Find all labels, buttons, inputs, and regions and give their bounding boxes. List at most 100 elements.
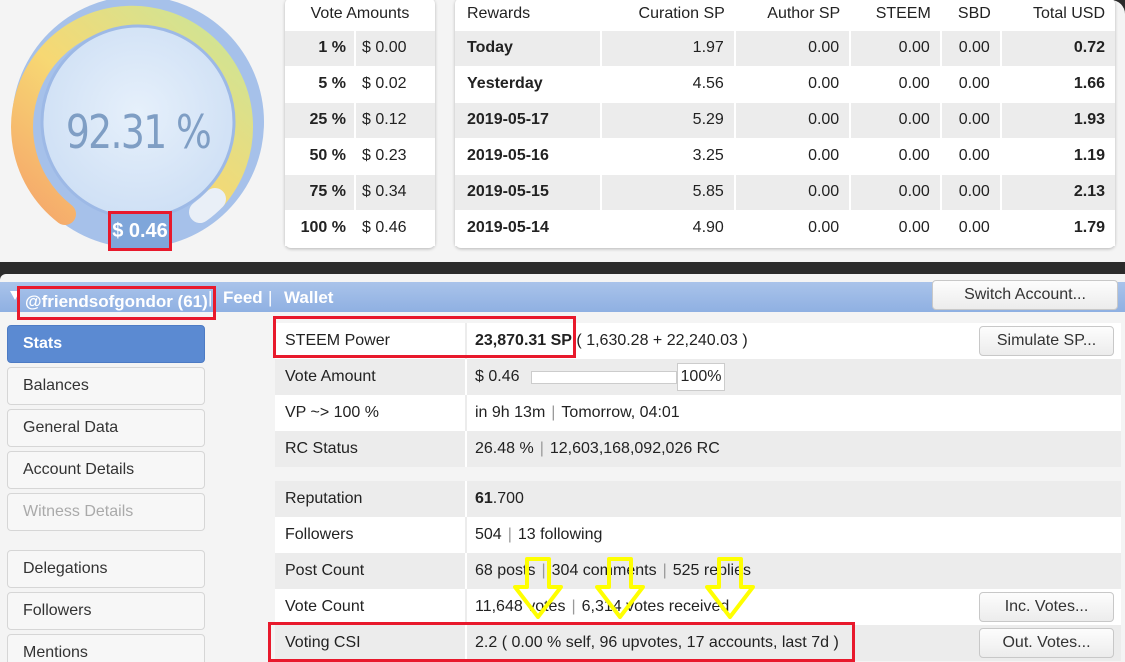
rewards-cell: 2019-05-15	[455, 173, 601, 210]
rewards-row: 2019-05-15 5.85 0.00 0.00 0.00 2.13	[455, 173, 1115, 210]
rewards-row: Today 1.97 0.00 0.00 0.00 0.72	[455, 29, 1115, 66]
rewards-cell: 1.93	[999, 101, 1115, 138]
rewards-column-header: Rewards	[467, 4, 531, 22]
steem-power-highlight	[273, 316, 576, 358]
rewards-cell: 0.00	[849, 65, 941, 102]
vote-amounts-panel: Vote Amounts 1 % $ 0.00 5 % $ 0.02 25 % $ 0.1…	[285, 0, 435, 248]
rewards-cell: 0.00	[849, 29, 941, 66]
vote-weight-slider[interactable]	[531, 371, 677, 384]
vote-amount-usd: $ 0.34	[355, 173, 435, 210]
sidebar-item-delegations[interactable]: Delegations	[7, 550, 205, 588]
vote-amount-value: $ 0.46	[475, 368, 520, 385]
rewards-cell: 0.00	[939, 65, 1001, 102]
stats-row-reputation: Reputation 61.700	[275, 481, 1121, 517]
vote-amount-usd: $ 0.46	[355, 209, 435, 246]
rewards-column-header: STEEM	[875, 4, 931, 22]
simulate-sp-button[interactable]: Simulate SP...	[979, 326, 1114, 356]
gauge-remaining-arc	[189, 188, 226, 223]
rewards-cell: 0.72	[999, 29, 1115, 66]
sidebar-item-mentions[interactable]: Mentions	[7, 634, 205, 662]
rewards-cell: Today	[455, 29, 601, 66]
inc-votes-button[interactable]: Inc. Votes...	[979, 592, 1114, 622]
rewards-cell: 4.56	[599, 65, 735, 102]
followers-label: Followers	[285, 526, 354, 543]
stats-row-post-count: Post Count 68 posts | 304 comments | 525 rep…	[275, 553, 1121, 589]
rewards-cell: 0.00	[939, 137, 1001, 174]
vote-amount-usd: $ 0.12	[355, 101, 435, 138]
reputation-label: Reputation	[285, 490, 363, 507]
rewards-panel: Rewards Curation SP Author SP STEEM SBD Total…	[455, 0, 1115, 248]
rewards-cell: 2019-05-14	[455, 209, 601, 246]
vote-amount-percent: 25 %	[285, 101, 356, 138]
vote-amount-usd: $ 0.02	[355, 65, 435, 102]
rewards-cell: 1.79	[999, 209, 1115, 246]
rewards-cell: 0.00	[939, 101, 1001, 138]
rewards-cell: 0.00	[733, 29, 851, 66]
rewards-cell: 1.97	[599, 29, 735, 66]
rewards-row: 2019-05-14 4.90 0.00 0.00 0.00 1.79	[455, 209, 1115, 246]
vote-amount-percent: 75 %	[285, 173, 356, 210]
stats-row-vote-amount: Vote Amount $ 0.46 100%	[275, 359, 1121, 395]
rewards-cell: 0.00	[849, 137, 941, 174]
vote-amount-row: 1 % $ 0.00	[285, 29, 435, 66]
vote-amount-percent: 50 %	[285, 137, 356, 174]
reputation-value: 61.700	[475, 490, 524, 507]
stats-row-followers: Followers 504 | 13 following	[275, 517, 1121, 553]
vote-value-badge: $ 0.46	[108, 211, 172, 251]
rewards-cell: 4.90	[599, 209, 735, 246]
voting-power-value: 92.31 %	[65, 105, 212, 159]
followers-value: 504 | 13 following	[475, 526, 603, 543]
voting-csi-highlight	[268, 622, 855, 662]
out-votes-button[interactable]: Out. Votes...	[979, 628, 1114, 658]
vote-amount-row: 5 % $ 0.02	[285, 65, 435, 102]
vote-amount-usd: $ 0.00	[355, 29, 435, 66]
vote-amount-percent: 100 %	[285, 209, 356, 246]
vote-amount-row: 25 % $ 0.12	[285, 101, 435, 138]
separator: |	[268, 288, 273, 307]
vote-amounts-header: Vote Amounts	[310, 4, 410, 22]
wallet-link[interactable]: Wallet	[284, 288, 333, 308]
post-count-label: Post Count	[285, 562, 365, 579]
rewards-cell: 0.00	[939, 209, 1001, 246]
down-arrow-icon	[513, 557, 563, 619]
sidebar-item-general-data[interactable]: General Data	[7, 409, 205, 447]
vote-weight-input[interactable]: 100%	[677, 363, 725, 391]
down-arrow-icon	[595, 557, 645, 619]
rewards-row: 2019-05-16 3.25 0.00 0.00 0.00 1.19	[455, 137, 1115, 174]
vote-amount-row: 100 % $ 0.46	[285, 209, 435, 246]
rewards-cell: 0.00	[939, 29, 1001, 66]
vp-value: in 9h 13m | Tomorrow, 04:01	[475, 404, 680, 421]
rc-value: 26.48 % | 12,603,168,092,026 RC	[475, 440, 720, 457]
rewards-cell: 0.00	[849, 209, 941, 246]
sidebar-item-account-details[interactable]: Account Details	[7, 451, 205, 489]
rewards-cell: 0.00	[849, 173, 941, 210]
separator: |	[208, 288, 213, 307]
rewards-cell: Yesterday	[455, 65, 601, 102]
rewards-cell: 2.13	[999, 173, 1115, 210]
rewards-column-header: SBD	[957, 4, 991, 22]
feed-link[interactable]: Feed	[223, 288, 263, 308]
rewards-column-header: Author SP	[767, 4, 841, 22]
sidebar-item-followers[interactable]: Followers	[7, 592, 205, 630]
rewards-cell: 1.19	[999, 137, 1115, 174]
rewards-column-header: Total USD	[1032, 4, 1105, 22]
rewards-cell: 0.00	[733, 209, 851, 246]
sidebar-item-witness-details: Witness Details	[7, 493, 205, 531]
rewards-column-header: Curation SP	[638, 4, 725, 22]
rewards-cell: 2019-05-16	[455, 137, 601, 174]
rewards-cell: 0.00	[733, 173, 851, 210]
rewards-row: 2019-05-17 5.29 0.00 0.00 0.00 1.93	[455, 101, 1115, 138]
rewards-cell: 0.00	[733, 101, 851, 138]
sidebar-item-balances[interactable]: Balances	[7, 367, 205, 405]
rewards-cell: 2019-05-17	[455, 101, 601, 138]
account-name-link[interactable]: @friendsofgondor (61)	[17, 286, 216, 320]
rewards-cell: 0.00	[939, 173, 1001, 210]
vote-amount-percent: 1 %	[285, 29, 356, 66]
vote-amount-row: 75 % $ 0.34	[285, 173, 435, 210]
vote-amount-label: Vote Amount	[285, 368, 376, 385]
rc-label: RC Status	[285, 440, 358, 457]
switch-account-button[interactable]: Switch Account...	[932, 280, 1118, 310]
sidebar-item-stats[interactable]: Stats	[7, 325, 205, 363]
top-section: 92.31 % $ 0.46 Vote Amounts 1 % $ 0.00 5 %…	[0, 0, 1125, 262]
vote-count-label: Vote Count	[285, 598, 365, 615]
